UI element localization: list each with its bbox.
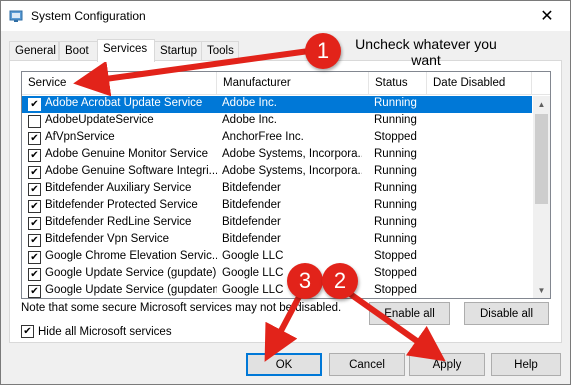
service-checkbox[interactable] [28, 115, 41, 128]
service-manufacturer: Bitdefender [222, 182, 281, 194]
service-checkbox[interactable]: ✔ [28, 234, 41, 247]
table-row[interactable]: ✔ Google Chrome Elevation Servic... Google… [22, 249, 532, 266]
service-status: Stopped [374, 284, 417, 296]
title-bar: System Configuration ✕ [1, 1, 570, 31]
tab-startup[interactable]: Startup [154, 41, 202, 61]
table-row[interactable]: ✔ Adobe Genuine Software Integri... Adobe … [22, 164, 532, 181]
service-checkbox[interactable]: ✔ [28, 251, 41, 264]
help-button[interactable]: Help [491, 353, 561, 376]
service-checkbox[interactable]: ✔ [28, 166, 41, 179]
service-manufacturer: Bitdefender [222, 233, 281, 245]
column-header-status[interactable]: Status [369, 72, 427, 95]
services-list[interactable]: Service Manufacturer Status Date Disable… [21, 71, 551, 299]
service-status: Stopped [374, 267, 417, 279]
service-checkbox[interactable]: ✔ [28, 268, 41, 281]
service-status: Running [374, 165, 417, 177]
service-name: Adobe Acrobat Update Service [45, 97, 203, 109]
service-status: Stopped [374, 250, 417, 262]
service-name: Bitdefender RedLine Service [45, 216, 192, 228]
note-text: Note that some secure Microsoft services… [21, 302, 342, 314]
service-manufacturer: Adobe Systems, Incorpora... [222, 165, 362, 177]
service-manufacturer: Adobe Inc. [222, 114, 277, 126]
service-manufacturer: AnchorFree Inc. [222, 131, 304, 143]
service-status: Running [374, 148, 417, 160]
service-name: Google Update Service (gupdate) [45, 267, 217, 279]
table-row[interactable]: ✔ Bitdefender Vpn Service Bitdefender Runni… [22, 232, 532, 249]
service-status: Running [374, 97, 417, 109]
service-name: AfVpnService [45, 131, 115, 143]
table-row[interactable]: ✔ Google Update Service (gupdatem) Google … [22, 283, 532, 298]
table-row[interactable]: ✔ Bitdefender Protected Service Bitdefende… [22, 198, 532, 215]
service-name: Bitdefender Protected Service [45, 199, 198, 211]
service-checkbox[interactable]: ✔ [28, 217, 41, 230]
service-manufacturer: Bitdefender [222, 199, 281, 211]
list-header: Service Manufacturer Status Date Disable… [22, 72, 550, 95]
tab-services[interactable]: Services [97, 39, 155, 62]
cancel-button[interactable]: Cancel [329, 353, 405, 376]
column-header-date-disabled[interactable]: Date Disabled [427, 72, 532, 95]
service-name: Google Update Service (gupdatem) [45, 284, 217, 296]
service-status: Running [374, 216, 417, 228]
table-row[interactable]: ✔ Adobe Acrobat Update Service Adobe Inc. R… [22, 96, 532, 113]
services-panel: Service Manufacturer Status Date Disable… [9, 60, 562, 343]
close-icon: ✕ [540, 8, 554, 25]
tab-boot[interactable]: Boot [59, 41, 98, 61]
service-manufacturer: Adobe Inc. [222, 97, 277, 109]
service-status: Running [374, 114, 417, 126]
service-name: Bitdefender Auxiliary Service [45, 182, 192, 194]
vertical-scrollbar[interactable]: ▲ ▼ [533, 96, 550, 298]
service-manufacturer: Adobe Systems, Incorpora... [222, 148, 362, 160]
hide-microsoft-services-label[interactable]: Hide all Microsoft services [38, 326, 172, 338]
table-row[interactable]: ✔ Bitdefender RedLine Service Bitdefender R… [22, 215, 532, 232]
service-name: Bitdefender Vpn Service [45, 233, 170, 245]
service-manufacturer: Google LLC [222, 250, 284, 262]
service-status: Running [374, 182, 417, 194]
system-configuration-window: System Configuration ✕ General Boot Serv… [0, 0, 571, 385]
service-checkbox[interactable]: ✔ [28, 200, 41, 213]
step3-badge: 3 [287, 263, 323, 299]
scroll-thumb[interactable] [535, 114, 548, 204]
service-checkbox[interactable]: ✔ [28, 285, 41, 298]
column-header-manufacturer[interactable]: Manufacturer [217, 72, 369, 95]
service-status: Running [374, 199, 417, 211]
service-status: Stopped [374, 131, 417, 143]
tab-tools[interactable]: Tools [201, 41, 239, 61]
table-row[interactable]: AdobeUpdateService Adobe Inc. Running [22, 113, 532, 130]
tab-general[interactable]: General [9, 41, 59, 61]
column-header-service[interactable]: Service [22, 72, 217, 95]
service-status: Running [374, 233, 417, 245]
window-title: System Configuration [31, 9, 146, 23]
close-button[interactable]: ✕ [524, 1, 570, 31]
service-checkbox[interactable]: ✔ [28, 98, 41, 111]
step1-badge: 1 [305, 33, 341, 69]
service-manufacturer: Bitdefender [222, 216, 281, 228]
enable-all-button[interactable]: Enable all [369, 302, 450, 325]
instruction-annotation: Uncheck whatever you want [355, 36, 497, 68]
service-checkbox[interactable]: ✔ [28, 149, 41, 162]
table-row[interactable]: ✔ Bitdefender Auxiliary Service Bitdefende… [22, 181, 532, 198]
table-row[interactable]: ✔ AfVpnService AnchorFree Inc. Stopped [22, 130, 532, 147]
service-checkbox[interactable]: ✔ [28, 183, 41, 196]
service-checkbox[interactable]: ✔ [28, 132, 41, 145]
system-configuration-icon [9, 10, 23, 22]
service-name: Google Chrome Elevation Servic... [45, 250, 217, 262]
scroll-down-arrow-icon[interactable]: ▼ [533, 282, 550, 298]
hide-microsoft-services[interactable]: ✔ Hide all Microsoft services [21, 325, 172, 338]
service-name: Adobe Genuine Software Integri... [45, 165, 217, 177]
disable-all-button[interactable]: Disable all [464, 302, 549, 325]
service-name: AdobeUpdateService [45, 114, 154, 126]
service-name: Adobe Genuine Monitor Service [45, 148, 209, 160]
ok-button[interactable]: OK [246, 353, 322, 376]
hide-microsoft-services-checkbox[interactable]: ✔ [21, 325, 34, 338]
apply-button[interactable]: Apply [409, 353, 485, 376]
scroll-up-arrow-icon[interactable]: ▲ [533, 96, 550, 113]
table-row[interactable]: ✔ Adobe Genuine Monitor Service Adobe Syst… [22, 147, 532, 164]
service-rows: ✔ Adobe Acrobat Update Service Adobe Inc. R… [22, 96, 532, 298]
step2-badge: 2 [322, 263, 358, 299]
table-row[interactable]: ✔ Google Update Service (gupdate) Google L… [22, 266, 532, 283]
